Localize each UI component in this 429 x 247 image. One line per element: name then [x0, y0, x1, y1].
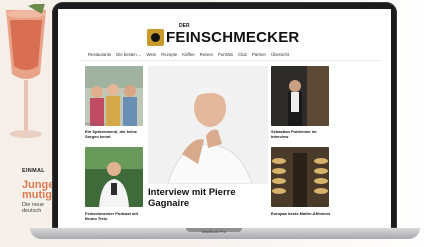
- laptop-model-label: MacBook Pro: [201, 229, 226, 234]
- laptop-screen: DER FEINSCHMECKER Restaurants Die besten…: [58, 9, 391, 228]
- logo-main-text: FEINSCHMECKER: [166, 29, 300, 46]
- article-title-bottom-right[interactable]: Europas beste Maître-Affineurs: [271, 211, 331, 216]
- article-image-top-right[interactable]: [271, 66, 329, 126]
- logo-emblem-icon: [147, 29, 164, 46]
- nav-item-die-besten[interactable]: Die besten ...: [116, 52, 141, 57]
- nav-divider: [80, 60, 380, 61]
- article-image-top-left[interactable]: [85, 66, 143, 126]
- nav-item-wein[interactable]: Wein: [147, 52, 157, 57]
- nav-item-rezepte[interactable]: Rezepte: [161, 52, 177, 57]
- nav-item-kaffee[interactable]: Kaffee: [182, 52, 194, 57]
- featured-article-image[interactable]: [148, 66, 268, 184]
- nav-item-club[interactable]: Club: [238, 52, 247, 57]
- article-image-bottom-left[interactable]: [85, 147, 143, 207]
- article-image-bottom-right[interactable]: [271, 147, 329, 207]
- cocktail-glass-image: [2, 4, 50, 148]
- promotion-label: PROMOTION: [85, 122, 106, 126]
- featured-article-title[interactable]: Interview mit Pierre Gagnaire: [148, 187, 278, 209]
- nav-item-partner[interactable]: Partner: [252, 52, 266, 57]
- main-navigation: Restaurants Die besten ... Wein Rezepte …: [88, 52, 378, 57]
- article-title-top-right[interactable]: Sebastian Poldreiner im Interview: [271, 129, 331, 139]
- nav-item-restaurants[interactable]: Restaurants: [88, 52, 111, 57]
- site-logo[interactable]: DER FEINSCHMECKER: [147, 23, 299, 46]
- nav-item-reisen[interactable]: Reisen: [200, 52, 213, 57]
- nav-item-uebersicht[interactable]: Übersicht: [271, 52, 289, 57]
- article-title-top-left[interactable]: Ein Spitzenmenü, der keine Sorgen kennt: [85, 129, 145, 139]
- nav-item-portraets[interactable]: Porträts: [218, 52, 233, 57]
- article-title-bottom-left[interactable]: Feinschmecker Podcast mit Bruno Treiu: [85, 211, 145, 221]
